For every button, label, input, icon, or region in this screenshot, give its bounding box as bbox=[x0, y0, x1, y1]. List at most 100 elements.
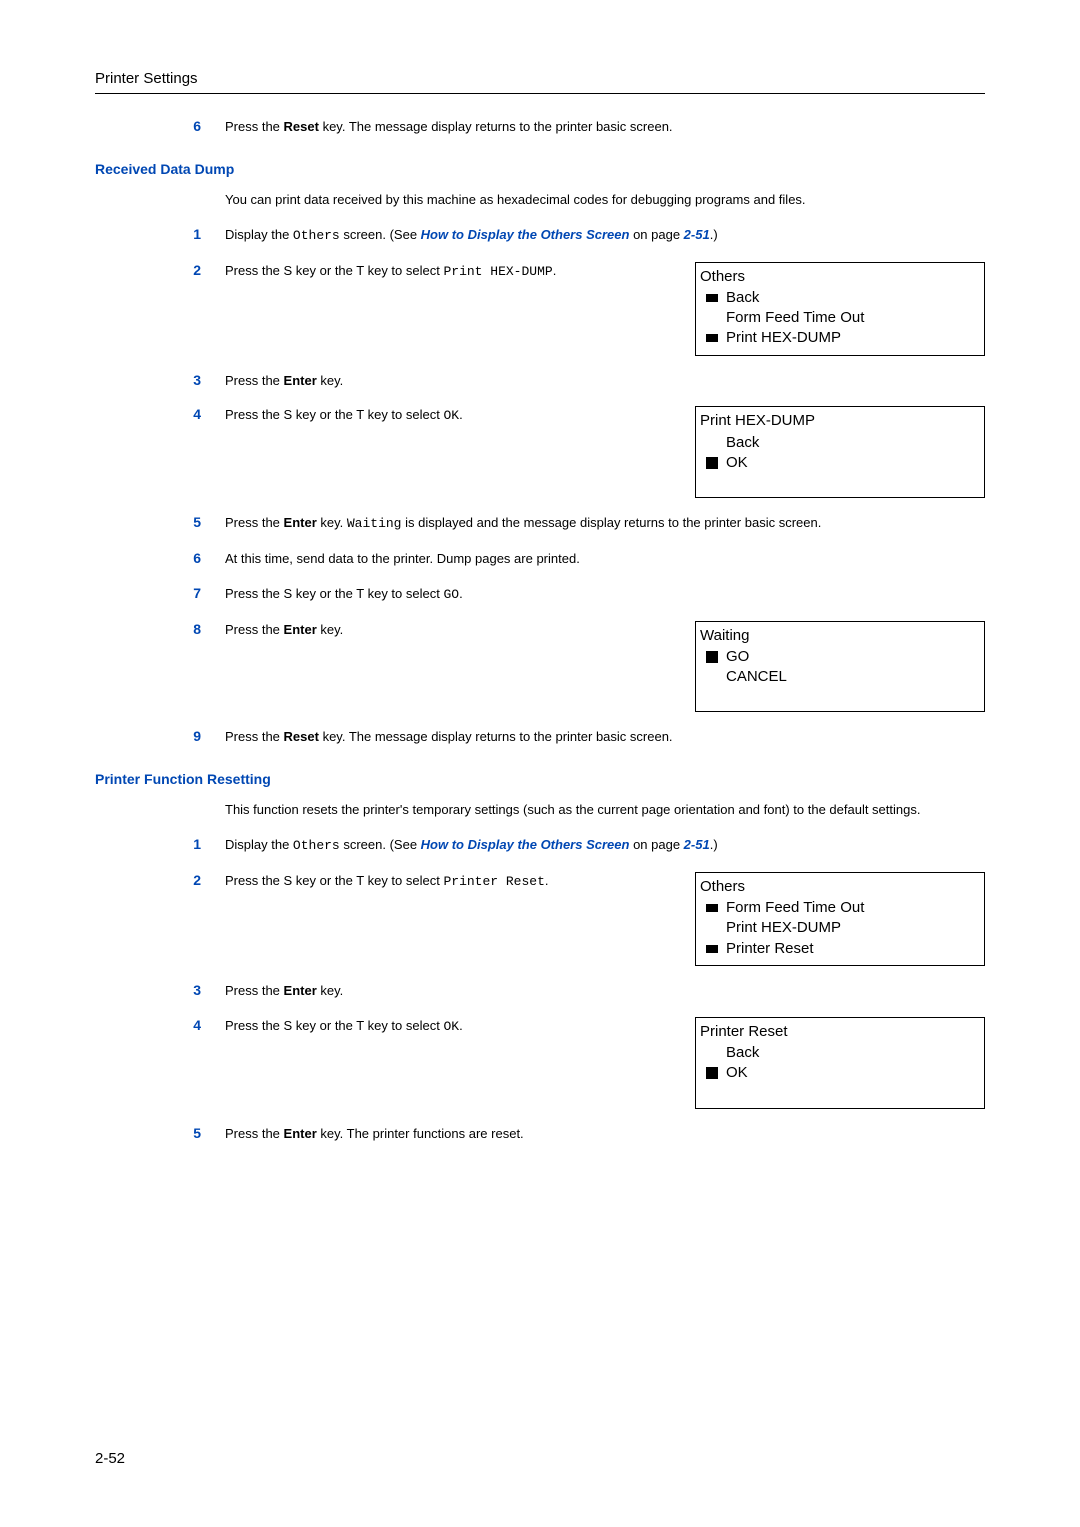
section-heading-printer-function-resetting: Printer Function Resetting bbox=[95, 771, 985, 787]
lcd-item: Printer Reset bbox=[726, 939, 814, 959]
step-text: Press the S key or the T key to select G… bbox=[225, 585, 985, 605]
step-number: 1 bbox=[95, 836, 225, 852]
text: . bbox=[459, 1018, 463, 1033]
text: key. bbox=[317, 983, 344, 998]
text: .) bbox=[710, 227, 718, 242]
lcd-item: CANCEL bbox=[726, 667, 787, 687]
text: key. bbox=[317, 373, 344, 388]
text: . bbox=[553, 263, 557, 278]
lcd-title: Others bbox=[700, 267, 980, 287]
step-text: Press the S key or the T key to select P… bbox=[225, 262, 671, 282]
header-rule bbox=[95, 93, 985, 94]
page-reference-link[interactable]: 2-51 bbox=[684, 837, 710, 852]
text: key. bbox=[317, 622, 344, 637]
key-name: Enter bbox=[284, 373, 317, 388]
text: Press the bbox=[225, 729, 284, 744]
lcd-display-print-hexdump: Print HEX-DUMP Back OK bbox=[695, 406, 985, 498]
step-row: 7 Press the S key or the T key to select… bbox=[95, 585, 985, 605]
step-number: 5 bbox=[95, 1125, 225, 1141]
step-row: 2 Press the S key or the T key to select… bbox=[95, 872, 985, 966]
lcd-title: Waiting bbox=[700, 626, 980, 646]
text: Press the bbox=[225, 1126, 284, 1141]
selection-marker-icon bbox=[706, 651, 718, 663]
step-row: 8 Press the Enter key. Waiting GO CANCEL bbox=[95, 621, 985, 713]
text: screen. (See bbox=[340, 837, 421, 852]
step-row: 6 At this time, send data to the printer… bbox=[95, 550, 985, 569]
step-text: Press the S key or the T key to select P… bbox=[225, 872, 671, 892]
lcd-item: Back bbox=[726, 288, 759, 308]
step-row: 4 Press the S key or the T key to select… bbox=[95, 406, 985, 498]
intro-text: You can print data received by this mach… bbox=[225, 191, 985, 210]
text: screen. (See bbox=[340, 227, 421, 242]
section-intro: . You can print data received by this ma… bbox=[95, 191, 985, 210]
key-name: Enter bbox=[284, 515, 317, 530]
text: key. The message display returns to the … bbox=[319, 119, 673, 134]
text: Press the bbox=[225, 373, 284, 388]
text: Press the S key or the T key to select bbox=[225, 873, 443, 888]
menu-option: GO bbox=[443, 587, 459, 602]
step-text: Press the Enter key. bbox=[225, 372, 985, 391]
step-number: 2 bbox=[95, 872, 225, 888]
lcd-item: Print HEX-DUMP bbox=[726, 328, 841, 348]
text: . bbox=[459, 407, 463, 422]
text: on page bbox=[629, 227, 683, 242]
lcd-display-others: Others Form Feed Time Out Print HEX-DUMP… bbox=[695, 872, 985, 966]
step-text: Press the Reset key. The message display… bbox=[225, 728, 985, 747]
text: key. The printer functions are reset. bbox=[317, 1126, 524, 1141]
cross-reference-link[interactable]: How to Display the Others Screen bbox=[421, 837, 630, 852]
text: Press the S key or the T key to select bbox=[225, 1018, 443, 1033]
step-number: 6 bbox=[95, 550, 225, 566]
step-text: Press the S key or the T key to select O… bbox=[225, 1017, 671, 1037]
text: key. The message display returns to the … bbox=[319, 729, 673, 744]
step-number: 5 bbox=[95, 514, 225, 530]
step-text: Press the Enter key. bbox=[225, 982, 985, 1001]
text: on page bbox=[629, 837, 683, 852]
step-text: Display the Others screen. (See How to D… bbox=[225, 836, 985, 856]
text: Display the bbox=[225, 227, 293, 242]
selection-marker-icon bbox=[706, 1067, 718, 1079]
lcd-display-printer-reset: Printer Reset Back OK bbox=[695, 1017, 985, 1109]
lcd-title: Others bbox=[700, 877, 980, 897]
lcd-item: Back bbox=[726, 1043, 759, 1063]
step-number: 3 bbox=[95, 372, 225, 388]
key-name: Enter bbox=[284, 983, 317, 998]
page-reference-link[interactable]: 2-51 bbox=[684, 227, 710, 242]
step-row: 2 Press the S key or the T key to select… bbox=[95, 262, 985, 356]
step-row: 3 Press the Enter key. bbox=[95, 372, 985, 391]
step-number: 7 bbox=[95, 585, 225, 601]
lcd-display-others: Others Back Form Feed Time Out Print HEX… bbox=[695, 262, 985, 356]
lcd-title: Printer Reset bbox=[700, 1022, 980, 1042]
key-name: Reset bbox=[284, 729, 319, 744]
step-row: 6 Press the Reset key. The message displ… bbox=[95, 118, 985, 137]
step-number: 2 bbox=[95, 262, 225, 278]
step-number: 3 bbox=[95, 982, 225, 998]
step-row: 4 Press the S key or the T key to select… bbox=[95, 1017, 985, 1109]
step-text: Display the Others screen. (See How to D… bbox=[225, 226, 985, 246]
lcd-item: Form Feed Time Out bbox=[726, 308, 864, 328]
text: Press the bbox=[225, 622, 284, 637]
step-row: 5 Press the Enter key. The printer funct… bbox=[95, 1125, 985, 1144]
selection-marker-icon bbox=[706, 457, 718, 469]
step-number: 1 bbox=[95, 226, 225, 242]
text: is displayed and the message display ret… bbox=[401, 515, 821, 530]
cross-reference-link[interactable]: How to Display the Others Screen bbox=[421, 227, 630, 242]
step-row: 1 Display the Others screen. (See How to… bbox=[95, 836, 985, 856]
text: Display the bbox=[225, 837, 293, 852]
screen-name: Others bbox=[293, 228, 340, 243]
menu-option: OK bbox=[443, 1019, 459, 1034]
step-text: Press the Reset key. The message display… bbox=[225, 118, 985, 137]
intro-text: This function resets the printer's tempo… bbox=[225, 801, 985, 820]
step-number: 4 bbox=[95, 406, 225, 422]
step-text: Press the S key or the T key to select O… bbox=[225, 406, 671, 426]
menu-option: OK bbox=[443, 408, 459, 423]
step-row: 3 Press the Enter key. bbox=[95, 982, 985, 1001]
lcd-item: OK bbox=[726, 1063, 748, 1083]
selection-marker-icon bbox=[706, 904, 718, 912]
step-number: 9 bbox=[95, 728, 225, 744]
status-text: Waiting bbox=[347, 516, 402, 531]
step-number: 4 bbox=[95, 1017, 225, 1033]
text: Press the S key or the T key to select bbox=[225, 586, 443, 601]
section-intro: . This function resets the printer's tem… bbox=[95, 801, 985, 820]
page-number: 2-52 bbox=[95, 1450, 125, 1467]
selection-marker-icon bbox=[706, 294, 718, 302]
